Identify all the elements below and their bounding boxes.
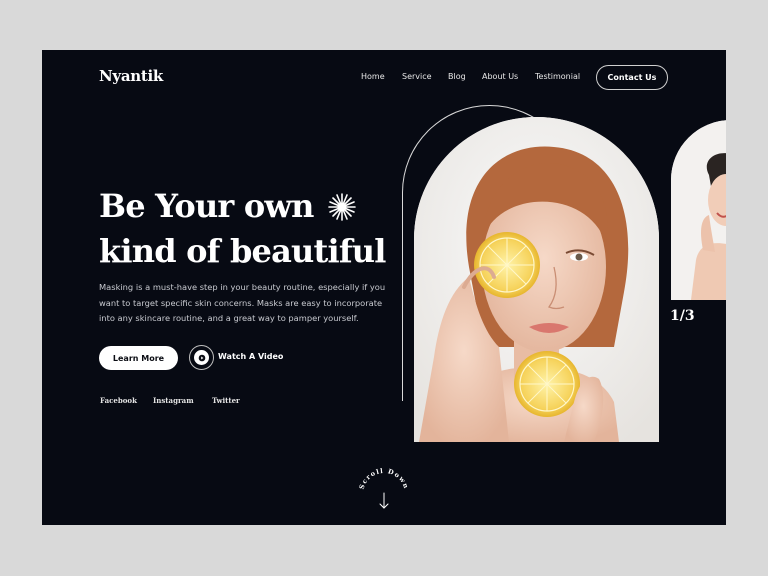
nav-item-testimonial[interactable]: Testimonial (535, 72, 580, 81)
headline-line-2: kind of beautiful (99, 232, 386, 270)
arrow-down-icon (379, 492, 389, 509)
nav-item-service[interactable]: Service (402, 72, 432, 81)
nav-item-home[interactable]: Home (361, 72, 385, 81)
nav-item-about-us[interactable]: About Us (482, 72, 518, 81)
scroll-down-indicator[interactable]: Scroll Down (354, 458, 414, 513)
watch-video-link[interactable]: Watch A Video (218, 352, 283, 361)
contact-us-button[interactable]: Contact Us (596, 65, 668, 90)
play-icon (198, 354, 205, 361)
learn-more-button[interactable]: Learn More (99, 346, 178, 370)
play-video-button[interactable] (189, 345, 214, 370)
hero-photo (414, 117, 659, 442)
hero-headline: Be Your own kind of beautiful (99, 186, 386, 272)
social-link-twitter[interactable]: Twitter (212, 396, 240, 405)
headline-line-1: Be Your own (99, 187, 314, 225)
hero-description: Masking is a must-have step in your beau… (99, 282, 386, 323)
social-link-facebook[interactable]: Facebook (100, 396, 137, 405)
slide-indicator: 1/3 (670, 308, 695, 324)
next-slide-thumbnail[interactable] (671, 120, 726, 300)
nav-item-blog[interactable]: Blog (448, 72, 466, 81)
brand-logo[interactable]: Nyantik (99, 67, 163, 85)
scroll-down-label: Scroll Down (358, 467, 410, 491)
social-link-instagram[interactable]: Instagram (153, 396, 194, 405)
sparkle-icon (328, 190, 356, 231)
hero-frame: Nyantik Home Service Blog About Us Testi… (42, 50, 726, 525)
svg-text:Scroll Down: Scroll Down (358, 467, 411, 491)
